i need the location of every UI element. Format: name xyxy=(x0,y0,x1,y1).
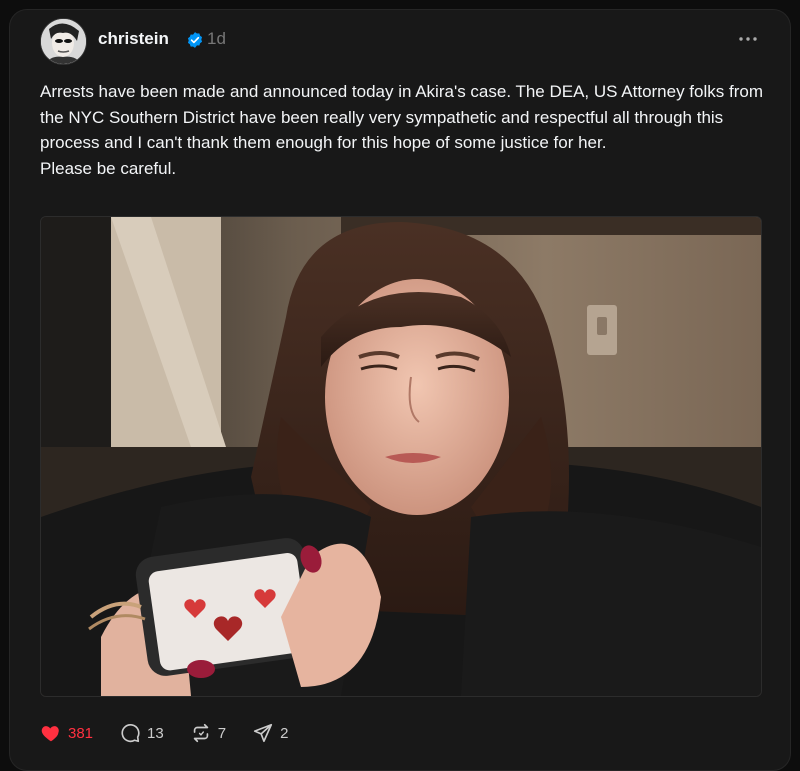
post-timestamp: 1d xyxy=(207,29,226,48)
verified-icon xyxy=(186,31,204,49)
author-name[interactable]: christein xyxy=(98,29,169,49)
post-card: christein 1d Arrests have been made and … xyxy=(9,9,791,771)
post-image[interactable] xyxy=(40,216,762,697)
like-button[interactable]: 381 xyxy=(40,722,93,744)
post-paragraph: Arrests have been made and announced tod… xyxy=(40,82,763,152)
like-count: 381 xyxy=(68,724,94,742)
comment-count: 13 xyxy=(147,724,164,742)
repost-icon xyxy=(193,723,208,743)
share-icon xyxy=(253,723,273,743)
repost-button[interactable]: 7 xyxy=(190,722,226,744)
more-icon[interactable] xyxy=(736,32,760,46)
repost-count: 7 xyxy=(217,724,227,742)
comment-button[interactable]: 13 xyxy=(119,722,164,744)
author-avatar[interactable] xyxy=(40,18,87,65)
share-button[interactable]: 2 xyxy=(252,722,288,744)
action-bar: 381 13 7 2 xyxy=(40,722,314,744)
heart-icon xyxy=(41,726,59,742)
share-count: 2 xyxy=(280,724,289,742)
comment-icon xyxy=(121,724,140,743)
post-paragraph: Please be careful. xyxy=(40,158,177,178)
post-body: Arrests have been made and announced tod… xyxy=(40,79,765,181)
